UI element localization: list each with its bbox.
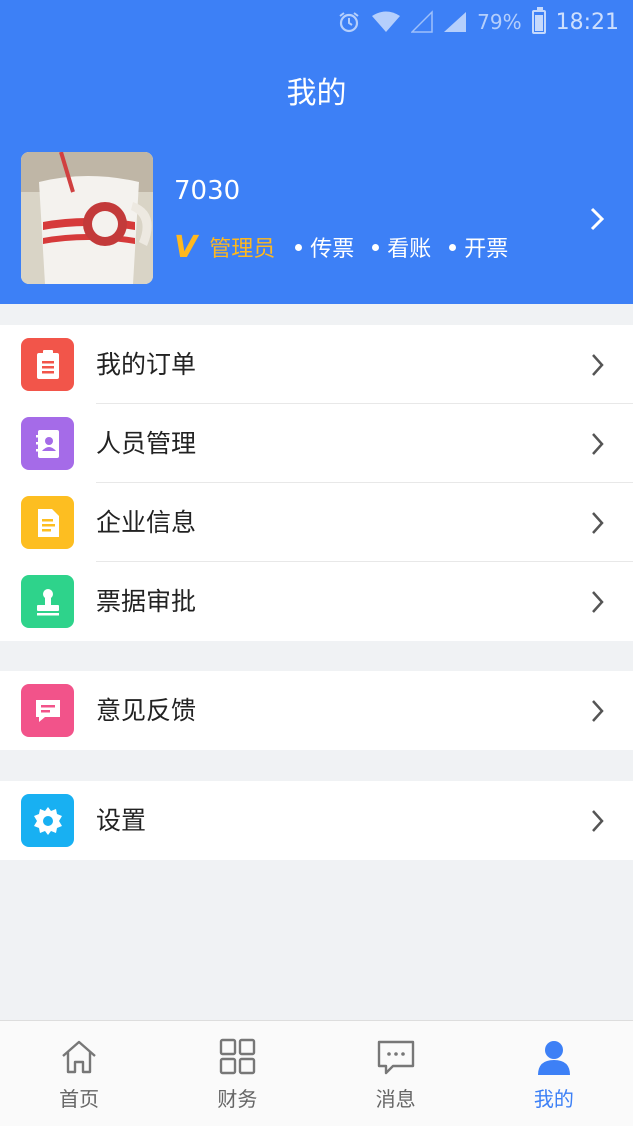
chevron-right-icon bbox=[592, 354, 604, 376]
role-label: 管理员 bbox=[209, 237, 276, 262]
menu-item-feedback[interactable]: 意见反馈 bbox=[0, 671, 633, 750]
signal-icon bbox=[444, 12, 467, 32]
alarm-icon bbox=[339, 12, 359, 33]
order-clipboard-icon bbox=[21, 338, 74, 391]
settings-gear-icon bbox=[21, 794, 74, 847]
battery-icon bbox=[531, 7, 546, 34]
tab-label: 财务 bbox=[217, 1087, 258, 1111]
chevron-right-icon bbox=[592, 433, 604, 455]
menu-group-settings: 设置 bbox=[0, 781, 633, 860]
profile-card[interactable]: 7030 V 管理员 传票 看账 开票 bbox=[0, 150, 633, 285]
menu-item-staff-management[interactable]: 人员管理 bbox=[0, 404, 633, 483]
role-row: V 管理员 传票 看账 开票 bbox=[174, 229, 526, 265]
permission-item: 开票 bbox=[449, 231, 508, 263]
signal-empty-icon bbox=[411, 10, 433, 33]
document-icon bbox=[21, 496, 74, 549]
feedback-message-icon bbox=[21, 684, 74, 737]
username: 7030 bbox=[174, 176, 241, 206]
bottom-tab-bar: 首页 财务 消息 我的 bbox=[0, 1020, 633, 1126]
menu-item-label: 票据审批 bbox=[96, 587, 197, 616]
page-title: 我的 bbox=[286, 76, 347, 111]
chevron-right-icon bbox=[590, 207, 605, 231]
chevron-right-icon bbox=[592, 512, 604, 534]
menu-item-invoice-approval[interactable]: 票据审批 bbox=[0, 562, 633, 641]
profile-header: 79% 18:21 我的 7030 V 管理员 传票 看账 开票 bbox=[0, 0, 633, 304]
menu-group-main: 我的订单 人员管理 企业信息 票据审批 bbox=[0, 325, 633, 641]
user-icon bbox=[537, 1041, 570, 1075]
menu-item-label: 我的订单 bbox=[96, 350, 197, 379]
chevron-right-icon bbox=[592, 810, 604, 832]
home-icon bbox=[62, 1040, 96, 1074]
chevron-right-icon bbox=[592, 591, 604, 613]
stamp-icon bbox=[21, 575, 74, 628]
avatar[interactable] bbox=[21, 152, 153, 284]
wifi-icon bbox=[372, 11, 401, 32]
menu-item-label: 意见反馈 bbox=[96, 696, 197, 725]
status-bar: 79% 18:21 bbox=[0, 0, 633, 44]
tab-messages[interactable]: 消息 bbox=[317, 1021, 475, 1126]
contacts-book-icon bbox=[21, 417, 74, 470]
menu-item-label: 企业信息 bbox=[96, 508, 197, 537]
tab-label: 消息 bbox=[375, 1087, 416, 1111]
menu-item-label: 设置 bbox=[96, 806, 147, 835]
tab-home[interactable]: 首页 bbox=[0, 1021, 158, 1126]
tab-mine[interactable]: 我的 bbox=[475, 1021, 633, 1126]
menu-item-my-orders[interactable]: 我的订单 bbox=[0, 325, 633, 404]
permission-item: 看账 bbox=[372, 231, 431, 263]
grid-icon bbox=[220, 1038, 256, 1075]
menu-item-settings[interactable]: 设置 bbox=[0, 781, 633, 860]
menu-item-label: 人员管理 bbox=[96, 429, 197, 458]
menu-item-company-info[interactable]: 企业信息 bbox=[0, 483, 633, 562]
battery-percent: 79% bbox=[477, 10, 522, 34]
permission-item: 传票 bbox=[295, 231, 354, 263]
menu-group-feedback: 意见反馈 bbox=[0, 671, 633, 750]
clock: 18:21 bbox=[555, 9, 619, 35]
tab-label: 首页 bbox=[59, 1087, 100, 1111]
vip-badge-icon: V bbox=[174, 229, 198, 265]
tab-finance[interactable]: 财务 bbox=[158, 1021, 316, 1126]
tab-label: 我的 bbox=[533, 1087, 574, 1111]
chat-bubble-icon bbox=[377, 1040, 414, 1075]
chevron-right-icon bbox=[592, 700, 604, 722]
